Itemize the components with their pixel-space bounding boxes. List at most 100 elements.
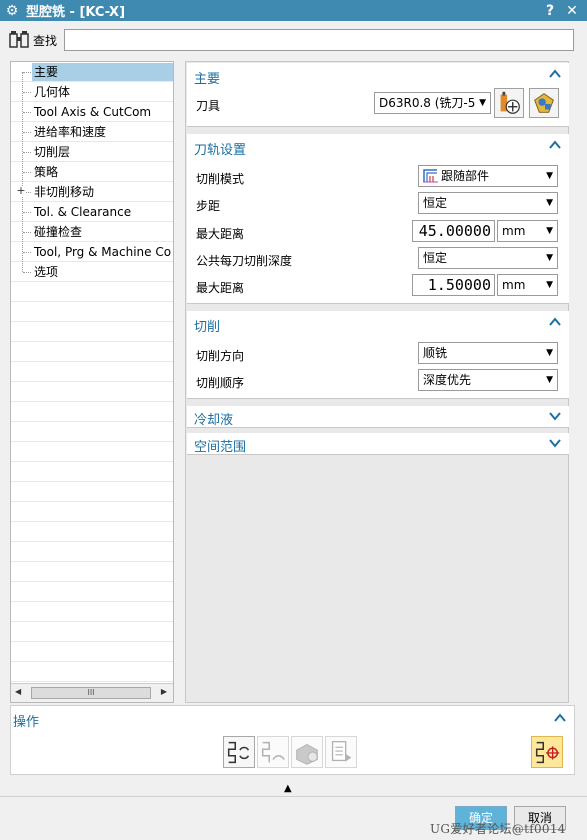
chevron-up-icon[interactable] <box>549 68 561 80</box>
cutting-section-header[interactable]: 切削 <box>187 311 569 337</box>
verify-icon <box>296 743 318 765</box>
chevron-up-icon[interactable] <box>549 316 561 328</box>
stepover-label: 步距 <box>196 199 221 213</box>
cut-pattern-select[interactable]: 跟随部件 ▼ <box>418 165 558 187</box>
max-distance2-unit: mm <box>502 278 526 292</box>
space-range-section[interactable]: 空间范围 <box>187 433 569 455</box>
tree-item[interactable]: 碰撞检查 <box>11 222 173 242</box>
max-distance2-input[interactable]: 1.50000 <box>412 274 495 296</box>
max-distance-unit-select[interactable]: mm ▼ <box>497 220 558 242</box>
cut-pattern-value: 跟随部件 <box>441 169 490 183</box>
edit-tool-button[interactable] <box>529 88 559 118</box>
tree-item[interactable]: Tool Axis & CutCom <box>11 102 173 122</box>
tree-item-label: 切削层 <box>34 145 71 159</box>
scroll-left-arrow-icon[interactable]: ◀ <box>15 687 21 696</box>
tree-item[interactable]: 主要 <box>11 62 173 82</box>
scroll-thumb[interactable]: III <box>31 687 151 699</box>
chevron-down-icon: ▼ <box>546 226 553 236</box>
tree-item-label: 非切削移动 <box>34 185 95 199</box>
cut-direction-row: 切削方向 顺铣 ▼ <box>196 342 561 366</box>
max-distance2-label: 最大距离 <box>196 281 245 295</box>
close-button[interactable]: ✕ <box>561 3 583 19</box>
verify-button[interactable] <box>291 736 323 768</box>
search-label: 查找 <box>33 33 58 48</box>
chevron-down-icon[interactable] <box>549 437 561 449</box>
main-section-title: 主要 <box>194 72 221 87</box>
cut-direction-select[interactable]: 顺铣 ▼ <box>418 342 558 364</box>
display-path-icon <box>535 741 560 764</box>
operations-title: 操作 <box>13 715 40 730</box>
operations-section: 操作 <box>10 705 575 775</box>
tree-item[interactable]: Tool, Prg & Machine Co <box>11 242 173 262</box>
chevron-up-icon[interactable] <box>554 712 566 724</box>
tree-connector <box>23 72 31 73</box>
cut-direction-label: 切削方向 <box>196 349 245 363</box>
space-range-section-header[interactable]: 空间范围 <box>187 433 569 455</box>
gear-icon[interactable]: ⚙ <box>2 3 22 19</box>
expand-icon[interactable]: + <box>16 185 26 196</box>
tree-item-label: Tool, Prg & Machine Co <box>34 245 172 259</box>
tree-item-label: 选项 <box>34 265 59 279</box>
display-path-button[interactable] <box>531 736 563 768</box>
chevron-down-icon: ▼ <box>546 348 553 358</box>
settings-panel: 主要 刀具 D63R0.8 (铣刀-5 ▼ 刀轨设置 切削模式 跟随部件 ▼ 步… <box>185 61 569 703</box>
binoculars-icon <box>9 31 29 48</box>
tree-connector <box>23 112 31 113</box>
coolant-section[interactable]: 冷却液 <box>187 406 569 428</box>
coolant-section-header[interactable]: 冷却液 <box>187 406 569 428</box>
watermark: UG爱好者论坛@tf0014 <box>430 822 566 836</box>
tree-item[interactable]: 选项 <box>11 262 173 282</box>
toolpath-section: 刀轨设置 切削模式 跟随部件 ▼ 步距 恒定 ▼ 最大距离 45.00000 m… <box>187 134 569 304</box>
toolpath-section-title: 刀轨设置 <box>194 143 247 158</box>
search-input[interactable] <box>64 29 574 51</box>
tree-item[interactable]: 几何体 <box>11 82 173 102</box>
common-depth-row: 公共每刀切削深度 恒定 ▼ <box>196 247 561 271</box>
space-range-section-title: 空间范围 <box>194 440 247 455</box>
new-tool-button[interactable] <box>494 88 524 118</box>
toolpath-section-header[interactable]: 刀轨设置 <box>187 134 569 160</box>
chevron-down-icon: ▼ <box>546 171 553 181</box>
tool-select[interactable]: D63R0.8 (铣刀-5 ▼ <box>374 92 491 114</box>
scroll-right-arrow-icon[interactable]: ▶ <box>161 687 167 696</box>
chevron-down-icon: ▼ <box>546 198 553 208</box>
replay-button[interactable] <box>257 736 289 768</box>
list-button[interactable] <box>325 736 357 768</box>
window-title: 型腔铣 - [KC-X] <box>26 5 126 20</box>
collapse-arrow-icon[interactable]: ▲ <box>284 783 292 794</box>
tree-connector <box>23 152 31 153</box>
common-depth-value: 恒定 <box>423 251 448 265</box>
tree-connector <box>23 132 31 133</box>
tree-item[interactable]: 切削层 <box>11 142 173 162</box>
tree-connector <box>23 212 31 213</box>
cut-order-select[interactable]: 深度优先 ▼ <box>418 369 558 391</box>
tree-item[interactable]: + 非切削移动 <box>11 182 173 202</box>
tool-label: 刀具 <box>196 99 221 113</box>
chevron-up-icon[interactable] <box>549 139 561 151</box>
cut-order-label: 切削顺序 <box>196 376 245 390</box>
tree-item-label: 进给率和速度 <box>34 125 107 139</box>
max-distance2-unit-select[interactable]: mm ▼ <box>497 274 558 296</box>
tree-item-label: 碰撞检查 <box>34 225 83 239</box>
tree-item[interactable]: 策略 <box>11 162 173 182</box>
new-tool-icon <box>500 91 520 114</box>
help-button[interactable]: ? <box>539 3 561 19</box>
tree-item-label: Tool Axis & CutCom <box>34 105 152 119</box>
max-distance2-row: 最大距离 1.50000 mm ▼ <box>196 274 561 298</box>
tree-item-label: Tol. & Clearance <box>34 205 132 219</box>
main-section-header[interactable]: 主要 <box>187 63 569 89</box>
common-depth-select[interactable]: 恒定 ▼ <box>418 247 558 269</box>
chevron-down-icon[interactable] <box>549 410 561 422</box>
cut-pattern-row: 切削模式 跟随部件 ▼ <box>196 165 561 189</box>
stepover-select[interactable]: 恒定 ▼ <box>418 192 558 214</box>
generate-button[interactable] <box>223 736 255 768</box>
max-distance-unit: mm <box>502 224 526 238</box>
generate-icon <box>227 741 250 764</box>
navigation-tree[interactable]: 主要 几何体 Tool Axis & CutCom 进给率和速度 切削层策略 + 非切削移动… <box>10 61 174 703</box>
tree-item[interactable]: 进给率和速度 <box>11 122 173 142</box>
chevron-down-icon: ▼ <box>546 375 553 385</box>
max-distance-input[interactable]: 45.00000 <box>412 220 495 242</box>
cut-order-row: 切削顺序 深度优先 ▼ <box>196 369 561 393</box>
tree-item[interactable]: Tol. & Clearance <box>11 202 173 222</box>
follow-part-icon <box>423 169 438 183</box>
tree-horizontal-scrollbar[interactable]: ◀ III ▶ <box>11 683 173 702</box>
